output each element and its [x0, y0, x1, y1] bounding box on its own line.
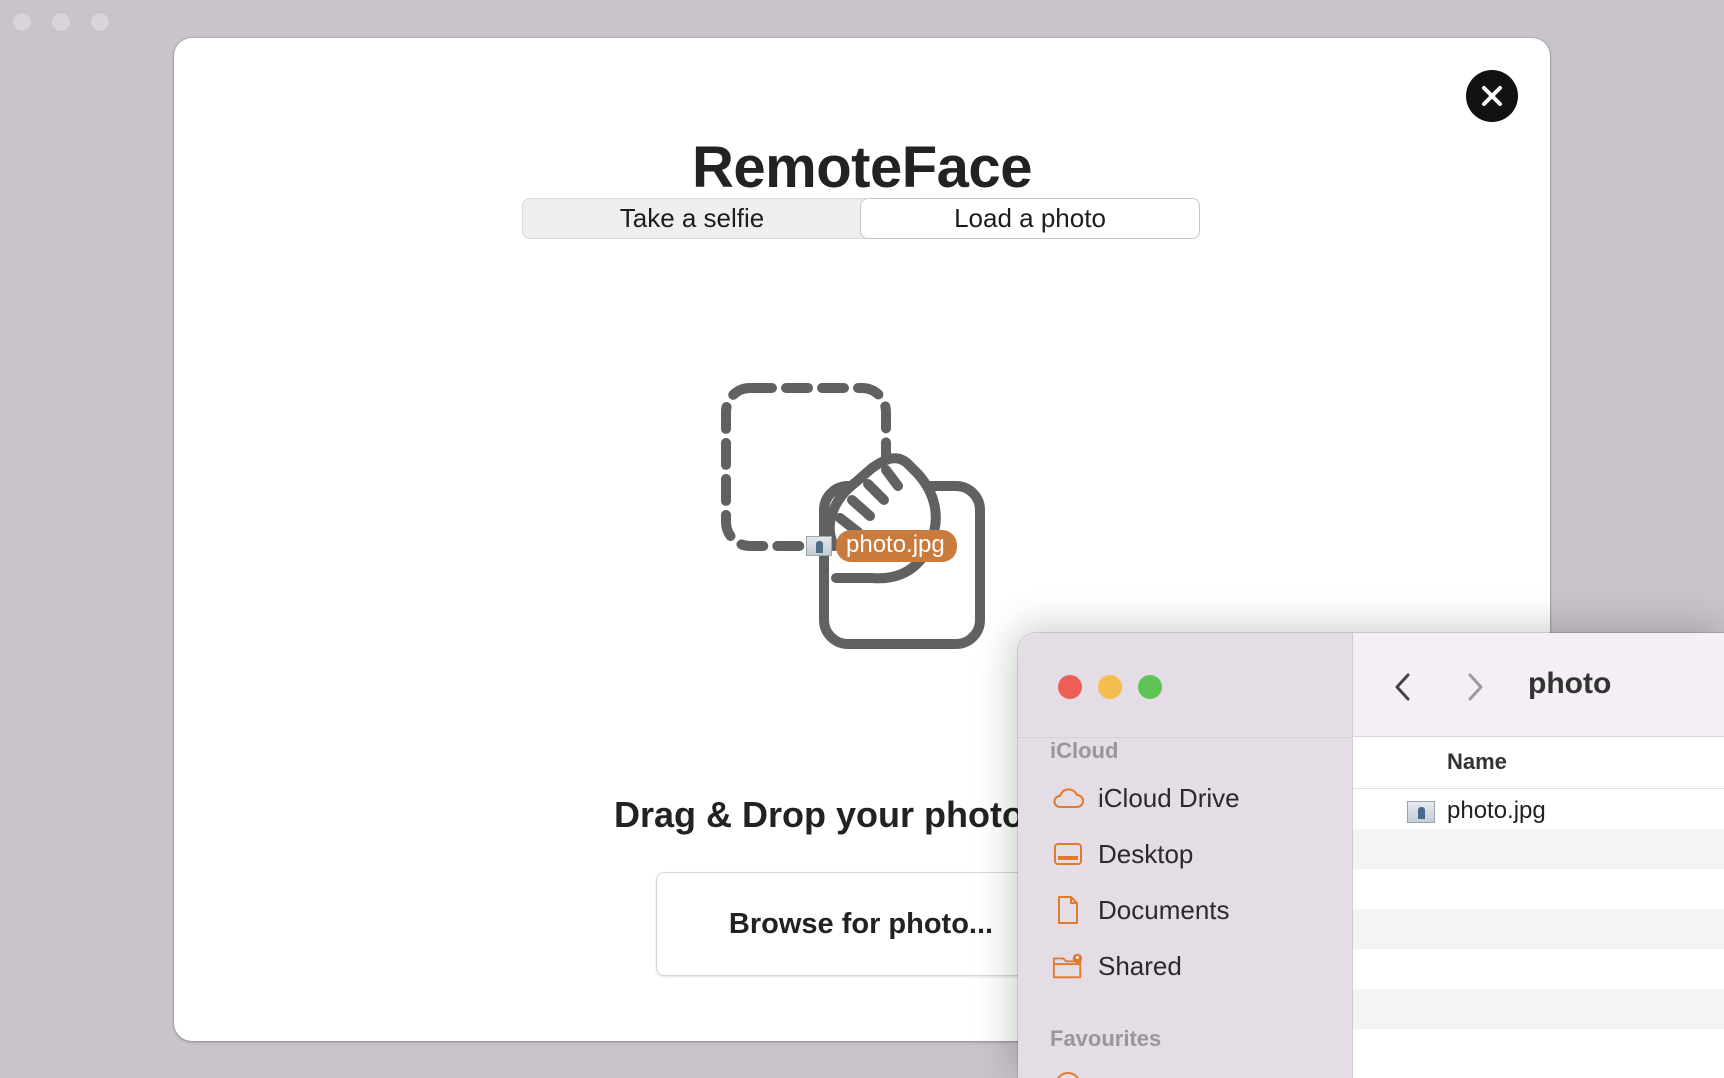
window-minimize-button[interactable] — [1098, 675, 1122, 699]
empty-row — [1353, 989, 1724, 1029]
file-list: photo.jpg — [1353, 789, 1724, 1069]
sidebar-item-documents[interactable]: Documents — [1052, 890, 1230, 930]
document-icon — [1052, 894, 1084, 926]
close-icon — [1482, 86, 1502, 106]
dragged-file-chip: photo.jpg — [806, 530, 957, 562]
inactive-close-light — [12, 12, 32, 32]
empty-row — [1353, 829, 1724, 869]
finder-toolbar: photo — [1353, 633, 1724, 737]
sidebar-item-label: Shared — [1098, 950, 1182, 981]
shared-folder-icon — [1052, 950, 1084, 982]
finder-content: photo Name photo.jpg — [1353, 633, 1724, 1078]
forward-button[interactable] — [1455, 667, 1495, 707]
sidebar-item-label: Desktop — [1098, 838, 1194, 869]
window-controls — [1058, 675, 1162, 699]
sidebar-item-label: iCloud Drive — [1098, 782, 1240, 813]
chevron-left-icon — [1395, 673, 1410, 701]
sidebar-item-label: Documents — [1098, 894, 1230, 925]
close-button[interactable] — [1466, 70, 1518, 122]
sidebar-item-icloud-drive[interactable]: iCloud Drive — [1052, 778, 1240, 818]
back-button[interactable] — [1383, 667, 1423, 707]
empty-row — [1353, 1029, 1724, 1069]
tab-load-photo[interactable]: Load a photo — [861, 199, 1199, 238]
tab-take-selfie[interactable]: Take a selfie — [523, 199, 861, 238]
sidebar-item-desktop[interactable]: Desktop — [1052, 834, 1193, 874]
chevron-right-icon — [1468, 673, 1483, 701]
window-close-button[interactable] — [1058, 675, 1082, 699]
finder-window: iCloud iCloud Drive Desktop Documents Sh… — [1018, 633, 1724, 1078]
empty-row — [1353, 909, 1724, 949]
inactive-zoom-light — [90, 12, 110, 32]
desktop-icon — [1052, 838, 1084, 870]
column-header: Name — [1353, 737, 1724, 789]
window-zoom-button[interactable] — [1138, 675, 1162, 699]
browse-photo-button[interactable]: Browse for photo... — [656, 872, 1066, 976]
image-file-icon — [1407, 801, 1435, 823]
app-title: RemoteFace — [692, 135, 1032, 200]
sidebar-item-partial[interactable] — [1052, 1065, 1084, 1078]
folder-title: photo — [1528, 667, 1612, 700]
dragged-file-label: photo.jpg — [836, 530, 957, 562]
finder-sidebar: iCloud iCloud Drive Desktop Documents Sh… — [1018, 633, 1353, 1078]
image-file-icon — [806, 536, 832, 556]
inactive-minimize-light — [51, 12, 71, 32]
sidebar-section-favourites: Favourites — [1050, 1026, 1162, 1051]
file-name: photo.jpg — [1447, 797, 1546, 824]
sidebar-item-shared[interactable]: Shared — [1052, 946, 1182, 986]
empty-row — [1353, 949, 1724, 989]
column-header-name[interactable]: Name — [1447, 749, 1507, 775]
airdrop-icon — [1052, 1069, 1084, 1078]
file-row-photo[interactable]: photo.jpg — [1353, 789, 1724, 829]
sidebar-section-icloud: iCloud — [1050, 738, 1119, 763]
background-window-controls — [12, 12, 110, 32]
source-segmented-control: Take a selfie Load a photo — [522, 198, 1200, 239]
cloud-icon — [1052, 782, 1084, 814]
empty-row — [1353, 869, 1724, 909]
